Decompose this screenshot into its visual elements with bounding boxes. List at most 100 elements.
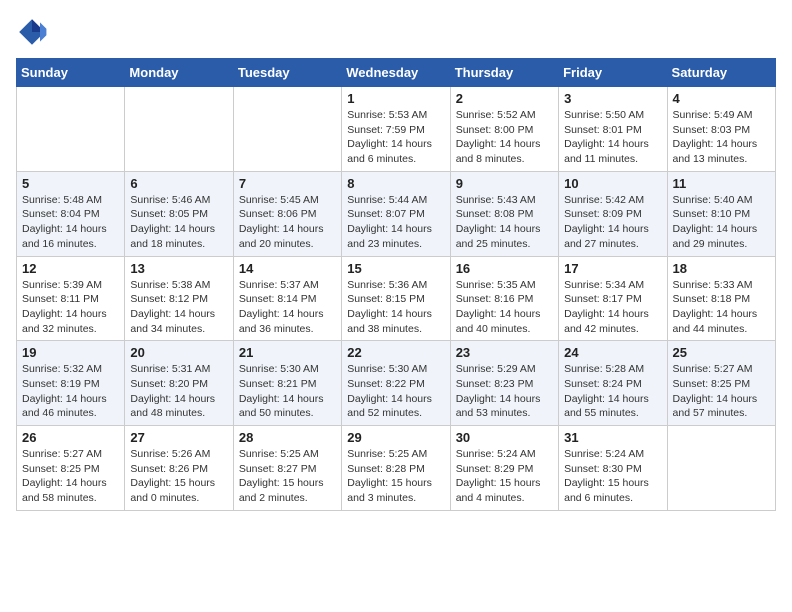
day-info: Sunrise: 5:28 AMSunset: 8:24 PMDaylight:… xyxy=(564,362,661,421)
day-number: 9 xyxy=(456,176,553,191)
weekday-header: Friday xyxy=(559,59,667,87)
calendar-day-cell xyxy=(233,87,341,172)
day-number: 14 xyxy=(239,261,336,276)
day-info: Sunrise: 5:31 AMSunset: 8:20 PMDaylight:… xyxy=(130,362,227,421)
day-number: 20 xyxy=(130,345,227,360)
day-info: Sunrise: 5:27 AMSunset: 8:25 PMDaylight:… xyxy=(22,447,119,506)
day-number: 5 xyxy=(22,176,119,191)
day-info: Sunrise: 5:29 AMSunset: 8:23 PMDaylight:… xyxy=(456,362,553,421)
calendar-day-cell: 22Sunrise: 5:30 AMSunset: 8:22 PMDayligh… xyxy=(342,341,450,426)
day-info: Sunrise: 5:43 AMSunset: 8:08 PMDaylight:… xyxy=(456,193,553,252)
calendar-week-row: 26Sunrise: 5:27 AMSunset: 8:25 PMDayligh… xyxy=(17,426,776,511)
calendar-day-cell: 24 Sunrise: 5:28 AMSunset: 8:24 PMDayligh… xyxy=(559,341,667,426)
logo xyxy=(16,16,52,48)
day-number: 13 xyxy=(130,261,227,276)
day-info: Sunrise: 5:52 AMSunset: 8:00 PMDaylight:… xyxy=(456,108,553,167)
calendar-day-cell: 16 Sunrise: 5:35 AMSunset: 8:16 PMDayligh… xyxy=(450,256,558,341)
calendar-day-cell: 1 Sunrise: 5:53 AMSunset: 7:59 PMDaylight… xyxy=(342,87,450,172)
day-info: Sunrise: 5:46 AMSunset: 8:05 PMDaylight:… xyxy=(130,193,227,252)
weekday-header: Monday xyxy=(125,59,233,87)
calendar-day-cell: 7 Sunrise: 5:45 AMSunset: 8:06 PMDaylight… xyxy=(233,171,341,256)
calendar-day-cell xyxy=(667,426,775,511)
day-info: Sunrise: 5:36 AMSunset: 8:15 PMDaylight:… xyxy=(347,278,444,337)
calendar-day-cell: 11Sunrise: 5:40 AMSunset: 8:10 PMDayligh… xyxy=(667,171,775,256)
calendar-day-cell: 19 Sunrise: 5:32 AMSunset: 8:19 PMDayligh… xyxy=(17,341,125,426)
day-number: 28 xyxy=(239,430,336,445)
day-number: 10 xyxy=(564,176,661,191)
day-info: Sunrise: 5:45 AMSunset: 8:06 PMDaylight:… xyxy=(239,193,336,252)
day-info: Sunrise: 5:38 AMSunset: 8:12 PMDaylight:… xyxy=(130,278,227,337)
calendar-day-cell: 27 Sunrise: 5:26 AMSunset: 8:26 PMDayligh… xyxy=(125,426,233,511)
calendar-day-cell: 9 Sunrise: 5:43 AMSunset: 8:08 PMDaylight… xyxy=(450,171,558,256)
calendar-day-cell: 23 Sunrise: 5:29 AMSunset: 8:23 PMDayligh… xyxy=(450,341,558,426)
weekday-header: Thursday xyxy=(450,59,558,87)
day-number: 16 xyxy=(456,261,553,276)
calendar-day-cell: 2 Sunrise: 5:52 AMSunset: 8:00 PMDaylight… xyxy=(450,87,558,172)
calendar-day-cell: 14 Sunrise: 5:37 AMSunset: 8:14 PMDayligh… xyxy=(233,256,341,341)
weekday-header: Saturday xyxy=(667,59,775,87)
day-info: Sunrise: 5:44 AMSunset: 8:07 PMDaylight:… xyxy=(347,193,444,252)
day-number: 18 xyxy=(673,261,770,276)
calendar-day-cell: 26Sunrise: 5:27 AMSunset: 8:25 PMDayligh… xyxy=(17,426,125,511)
day-info: Sunrise: 5:35 AMSunset: 8:16 PMDaylight:… xyxy=(456,278,553,337)
day-info: Sunrise: 5:53 AMSunset: 7:59 PMDaylight:… xyxy=(347,108,444,167)
calendar-week-row: 19 Sunrise: 5:32 AMSunset: 8:19 PMDayligh… xyxy=(17,341,776,426)
logo-icon xyxy=(16,16,48,48)
day-info: Sunrise: 5:25 AMSunset: 8:27 PMDaylight:… xyxy=(239,447,336,506)
calendar-day-cell: 8 Sunrise: 5:44 AMSunset: 8:07 PMDaylight… xyxy=(342,171,450,256)
day-number: 4 xyxy=(673,91,770,106)
calendar-day-cell: 3Sunrise: 5:50 AMSunset: 8:01 PMDaylight… xyxy=(559,87,667,172)
calendar-day-cell: 13 Sunrise: 5:38 AMSunset: 8:12 PMDayligh… xyxy=(125,256,233,341)
calendar-week-row: 1 Sunrise: 5:53 AMSunset: 7:59 PMDaylight… xyxy=(17,87,776,172)
weekday-header: Tuesday xyxy=(233,59,341,87)
calendar-table: SundayMondayTuesdayWednesdayThursdayFrid… xyxy=(16,58,776,511)
day-number: 31 xyxy=(564,430,661,445)
day-info: Sunrise: 5:37 AMSunset: 8:14 PMDaylight:… xyxy=(239,278,336,337)
calendar-week-row: 12Sunrise: 5:39 AMSunset: 8:11 PMDayligh… xyxy=(17,256,776,341)
calendar-day-cell: 12Sunrise: 5:39 AMSunset: 8:11 PMDayligh… xyxy=(17,256,125,341)
calendar-day-cell xyxy=(125,87,233,172)
calendar-week-row: 5 Sunrise: 5:48 AMSunset: 8:04 PMDaylight… xyxy=(17,171,776,256)
day-number: 21 xyxy=(239,345,336,360)
day-info: Sunrise: 5:49 AMSunset: 8:03 PMDaylight:… xyxy=(673,108,770,167)
day-number: 7 xyxy=(239,176,336,191)
day-info: Sunrise: 5:26 AMSunset: 8:26 PMDaylight:… xyxy=(130,447,227,506)
day-number: 22 xyxy=(347,345,444,360)
day-info: Sunrise: 5:33 AMSunset: 8:18 PMDaylight:… xyxy=(673,278,770,337)
calendar-day-cell: 21 Sunrise: 5:30 AMSunset: 8:21 PMDayligh… xyxy=(233,341,341,426)
calendar-day-cell: 10 Sunrise: 5:42 AMSunset: 8:09 PMDayligh… xyxy=(559,171,667,256)
calendar-day-cell: 28 Sunrise: 5:25 AMSunset: 8:27 PMDayligh… xyxy=(233,426,341,511)
calendar-day-cell: 15 Sunrise: 5:36 AMSunset: 8:15 PMDayligh… xyxy=(342,256,450,341)
day-number: 2 xyxy=(456,91,553,106)
day-info: Sunrise: 5:48 AMSunset: 8:04 PMDaylight:… xyxy=(22,193,119,252)
day-info: Sunrise: 5:27 AMSunset: 8:25 PMDaylight:… xyxy=(673,362,770,421)
day-number: 1 xyxy=(347,91,444,106)
day-number: 29 xyxy=(347,430,444,445)
calendar-day-cell xyxy=(17,87,125,172)
day-number: 30 xyxy=(456,430,553,445)
calendar-day-cell: 17Sunrise: 5:34 AMSunset: 8:17 PMDayligh… xyxy=(559,256,667,341)
day-info: Sunrise: 5:42 AMSunset: 8:09 PMDaylight:… xyxy=(564,193,661,252)
day-number: 23 xyxy=(456,345,553,360)
day-info: Sunrise: 5:40 AMSunset: 8:10 PMDaylight:… xyxy=(673,193,770,252)
day-number: 27 xyxy=(130,430,227,445)
calendar-day-cell: 29 Sunrise: 5:25 AMSunset: 8:28 PMDayligh… xyxy=(342,426,450,511)
calendar-day-cell: 30Sunrise: 5:24 AMSunset: 8:29 PMDayligh… xyxy=(450,426,558,511)
calendar-header-row: SundayMondayTuesdayWednesdayThursdayFrid… xyxy=(17,59,776,87)
day-number: 6 xyxy=(130,176,227,191)
day-number: 12 xyxy=(22,261,119,276)
calendar-day-cell: 20 Sunrise: 5:31 AMSunset: 8:20 PMDayligh… xyxy=(125,341,233,426)
day-info: Sunrise: 5:34 AMSunset: 8:17 PMDaylight:… xyxy=(564,278,661,337)
day-number: 19 xyxy=(22,345,119,360)
calendar-day-cell: 4 Sunrise: 5:49 AMSunset: 8:03 PMDaylight… xyxy=(667,87,775,172)
calendar-day-cell: 5 Sunrise: 5:48 AMSunset: 8:04 PMDaylight… xyxy=(17,171,125,256)
day-info: Sunrise: 5:32 AMSunset: 8:19 PMDaylight:… xyxy=(22,362,119,421)
day-number: 15 xyxy=(347,261,444,276)
day-number: 8 xyxy=(347,176,444,191)
day-number: 25 xyxy=(673,345,770,360)
day-info: Sunrise: 5:25 AMSunset: 8:28 PMDaylight:… xyxy=(347,447,444,506)
day-number: 24 xyxy=(564,345,661,360)
day-info: Sunrise: 5:30 AMSunset: 8:21 PMDaylight:… xyxy=(239,362,336,421)
weekday-header: Sunday xyxy=(17,59,125,87)
calendar-day-cell: 31Sunrise: 5:24 AMSunset: 8:30 PMDayligh… xyxy=(559,426,667,511)
